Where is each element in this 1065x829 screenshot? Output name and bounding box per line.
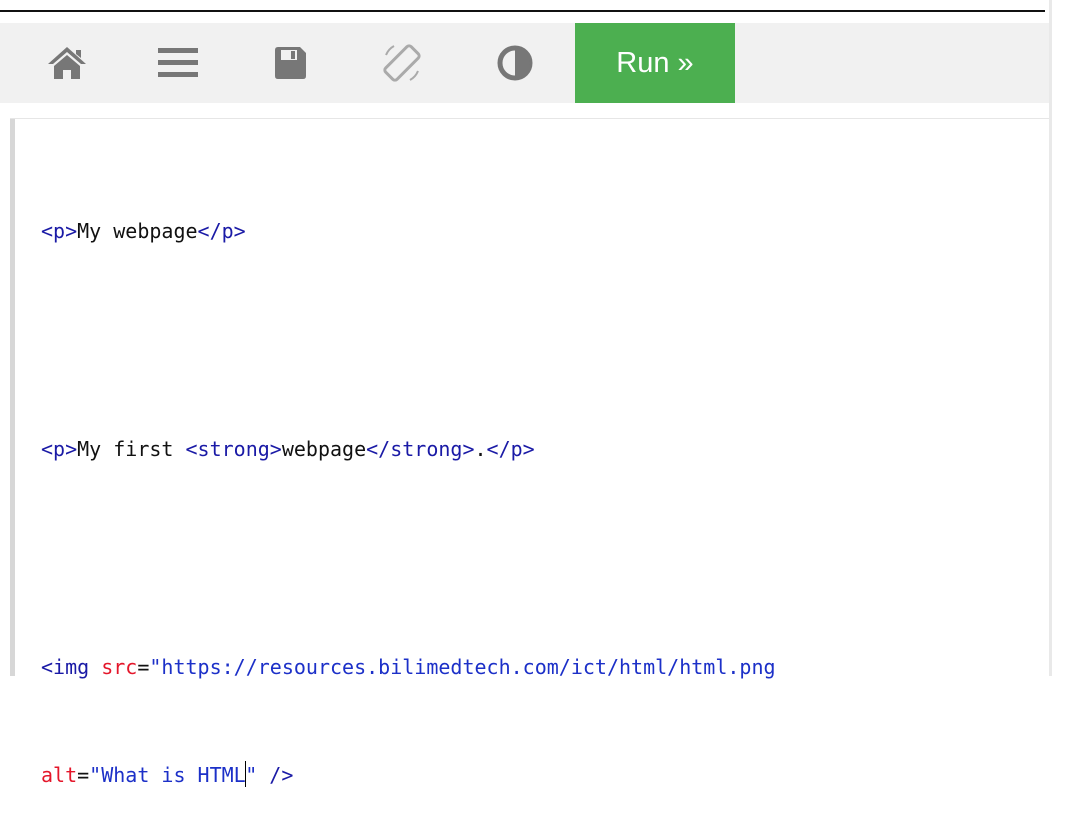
code-token: <strong> [185,437,282,461]
home-icon [47,46,87,80]
top-divider [0,10,1045,12]
code-line: <p>My webpage</p> [41,213,1046,249]
window-edge [1049,0,1052,676]
code-line: <p>My first <strong>webpage</strong>.</p… [41,431,1046,467]
code-token: <p> [41,219,78,243]
code-token: "https://resources.bilimedtech.com/ict/h… [149,655,776,679]
menu-button[interactable] [142,23,214,103]
run-button[interactable]: Run » [575,23,735,103]
code-token: webpage [281,437,367,461]
code-token: <img [41,655,102,679]
code-token: </strong> [366,437,475,461]
code-token: </p> [486,437,535,461]
code-token: . [474,437,487,461]
home-button[interactable] [31,23,103,103]
rotate-button[interactable] [366,23,438,103]
code-token: = [77,763,90,787]
save-icon [273,46,307,80]
menu-icon [158,48,198,78]
code-content[interactable]: <p>My webpage</p> <p>My first <strong>we… [41,141,1046,829]
code-token: <p> [41,437,78,461]
code-token: /> [257,763,294,787]
code-token: " [245,763,258,787]
code-token: = [137,655,150,679]
rotate-icon [380,41,424,85]
save-button[interactable] [254,23,326,103]
code-token: My first [77,437,186,461]
code-line: alt="What is HTML" /> [41,757,1046,793]
code-token: src [101,655,138,679]
contrast-icon [497,45,533,81]
editor-left-border [10,119,15,676]
code-line: <img src="https://resources.bilimedtech.… [41,649,1046,685]
code-token: alt [41,763,78,787]
code-token: "What is HTML [89,763,246,787]
theme-button[interactable] [479,23,551,103]
code-token: My webpage [77,219,198,243]
editor-toolbar: Run » [0,23,1049,103]
code-token: </p> [197,219,246,243]
